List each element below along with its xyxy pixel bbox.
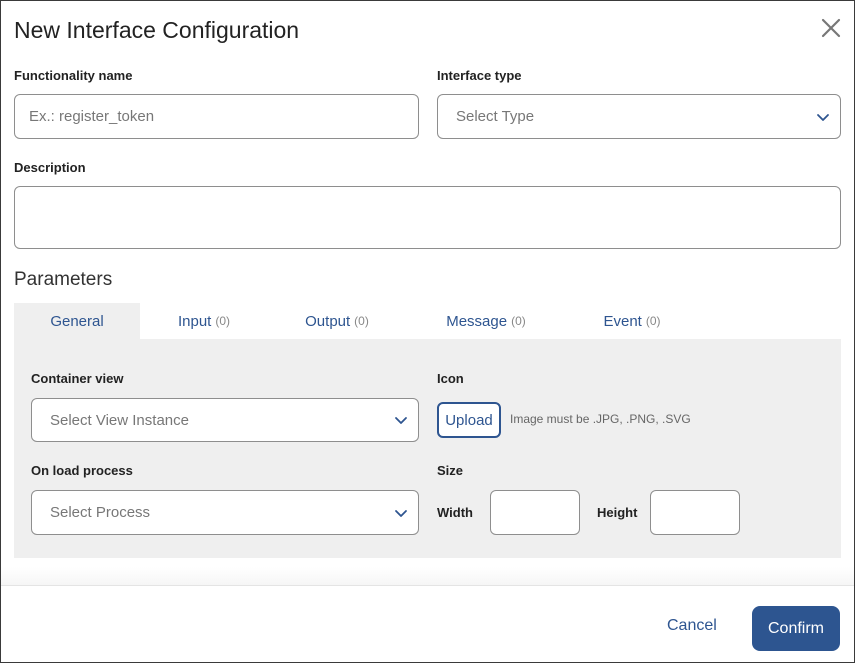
tab-label: General [50, 312, 104, 330]
chevron-down-icon [395, 509, 407, 517]
chevron-down-icon [395, 417, 407, 424]
description-field [14, 186, 841, 249]
functionality-name-input[interactable] [29, 95, 404, 138]
tab-input[interactable]: Input (0) [154, 303, 254, 339]
tab-count: (0) [354, 314, 369, 328]
tab-count: (0) [511, 314, 526, 328]
functionality-name-label: Functionality name [14, 68, 133, 83]
container-view-select[interactable]: Select View Instance [31, 398, 419, 442]
height-field [650, 490, 740, 535]
tab-label: Event [603, 312, 642, 330]
tab-label: Message [446, 312, 508, 330]
dialog-title: New Interface Configuration [14, 17, 300, 43]
functionality-name-field [14, 94, 419, 139]
on-load-process-select[interactable]: Select Process [31, 490, 419, 535]
tab-message[interactable]: Message (0) [428, 303, 544, 339]
confirm-button[interactable]: Confirm [752, 606, 840, 651]
parameters-title: Parameters [14, 269, 113, 290]
tab-general[interactable]: General [14, 303, 140, 339]
tab-output[interactable]: Output (0) [287, 303, 387, 339]
width-input[interactable] [505, 491, 565, 534]
close-icon[interactable] [820, 17, 842, 39]
container-view-placeholder: Select View Instance [50, 411, 189, 429]
width-label: Width [437, 505, 473, 520]
on-load-process-label: On load process [31, 463, 133, 478]
tab-event[interactable]: Event (0) [582, 303, 682, 339]
upload-hint: Image must be .JPG, .PNG, .SVG [510, 412, 691, 426]
description-input[interactable] [29, 187, 826, 248]
container-view-label: Container view [31, 371, 124, 386]
height-label: Height [597, 505, 638, 520]
interface-type-placeholder: Select Type [456, 108, 535, 125]
cancel-button[interactable]: Cancel [667, 617, 717, 635]
parameters-tabs: General Input (0) Output (0) Message (0)… [14, 303, 841, 339]
tab-count: (0) [645, 314, 661, 328]
width-field [490, 490, 580, 535]
description-label: Description [14, 160, 86, 175]
interface-type-label: Interface type [437, 68, 522, 83]
chevron-down-icon [817, 113, 829, 121]
tab-label: Output [305, 312, 351, 330]
new-interface-dialog: New Interface Configuration Functionalit… [0, 0, 855, 663]
on-load-process-placeholder: Select Process [50, 504, 151, 521]
interface-type-select[interactable]: Select Type [437, 94, 841, 139]
tab-count: (0) [215, 314, 231, 328]
height-input[interactable] [665, 491, 725, 534]
upload-button[interactable]: Upload [437, 402, 501, 438]
footer-divider [1, 585, 854, 586]
size-label: Size [437, 463, 464, 478]
footer-shade [1, 567, 854, 585]
icon-label: Icon [437, 371, 464, 386]
tab-label: Input [177, 312, 212, 330]
